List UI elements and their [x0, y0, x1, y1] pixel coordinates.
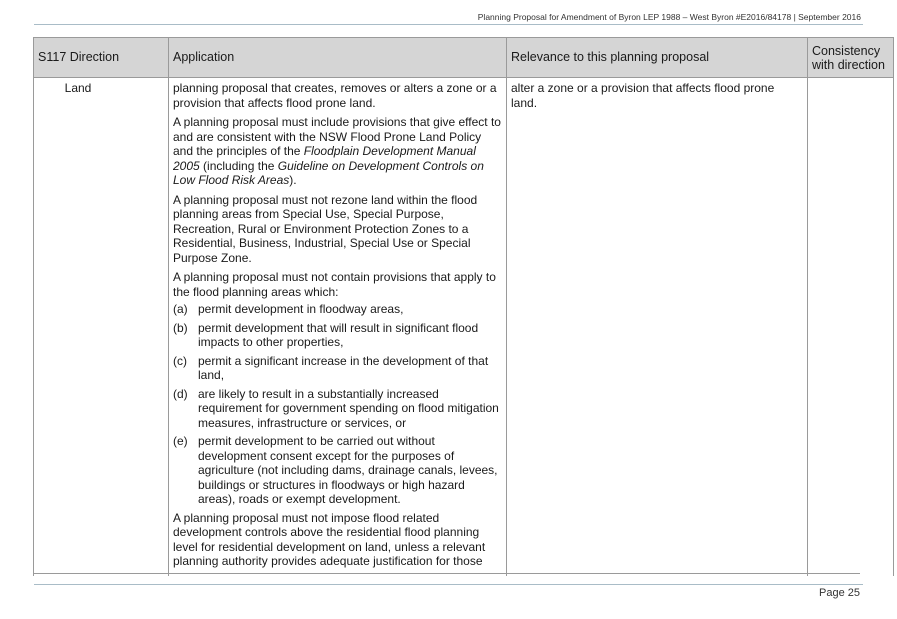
list-text: permit development in floodway areas, [198, 302, 404, 316]
table-bottom-rule [33, 573, 860, 574]
column-header-consistency: Consistency with direction [807, 37, 894, 78]
relevance-text: alter a zone or a provision that affects… [511, 81, 775, 110]
list-text: permit a significant increase in the dev… [198, 353, 489, 383]
application-cell: planning proposal that creates, removes … [168, 77, 507, 576]
application-paragraph: A planning proposal must not rezone land… [173, 192, 478, 265]
list-item: (d) are likely to result in a substantia… [173, 387, 502, 431]
list-text: permit development to be carried out wit… [198, 434, 498, 506]
list-item: (e) permit development to be carried out… [173, 434, 502, 507]
s117-direction-table: S117 Direction Application Relevance to … [33, 37, 894, 576]
list-item: (a) permit development in floodway areas… [173, 302, 502, 317]
running-header: Planning Proposal for Amendment of Byron… [477, 12, 861, 22]
list-item: (c) permit a significant increase in the… [173, 354, 502, 383]
list-marker: (b) [173, 320, 188, 335]
list-marker: (d) [173, 386, 188, 401]
relevance-cell: alter a zone or a provision that affects… [506, 77, 808, 576]
application-paragraph: planning proposal that creates, removes … [173, 81, 497, 110]
list-item: (b) permit development that will result … [173, 321, 502, 350]
list-marker: (c) [173, 353, 187, 368]
direction-name: Land [64, 81, 92, 95]
table-header-row: S117 Direction Application Relevance to … [33, 37, 894, 78]
footer-rule [34, 584, 863, 585]
consistency-cell [807, 77, 894, 576]
application-paragraph: A planning proposal must not contain pro… [173, 270, 496, 299]
column-header-direction: S117 Direction [33, 37, 169, 78]
list-marker: (e) [173, 434, 188, 448]
list-text: are likely to result in a substantially … [198, 386, 499, 430]
direction-cell: Land [33, 77, 169, 576]
header-rule [34, 24, 863, 25]
column-header-application: Application [168, 37, 507, 78]
application-paragraph: A planning proposal must not impose floo… [173, 510, 486, 569]
list-marker: (a) [173, 302, 188, 316]
column-header-relevance: Relevance to this planning proposal [506, 37, 808, 78]
table-row: Land planning proposal that creates, rem… [33, 77, 894, 576]
page-number: Page 25 [819, 587, 860, 599]
list-text: permit development that will result in s… [198, 320, 479, 350]
application-paragraph: A planning proposal must include provisi… [173, 115, 501, 187]
